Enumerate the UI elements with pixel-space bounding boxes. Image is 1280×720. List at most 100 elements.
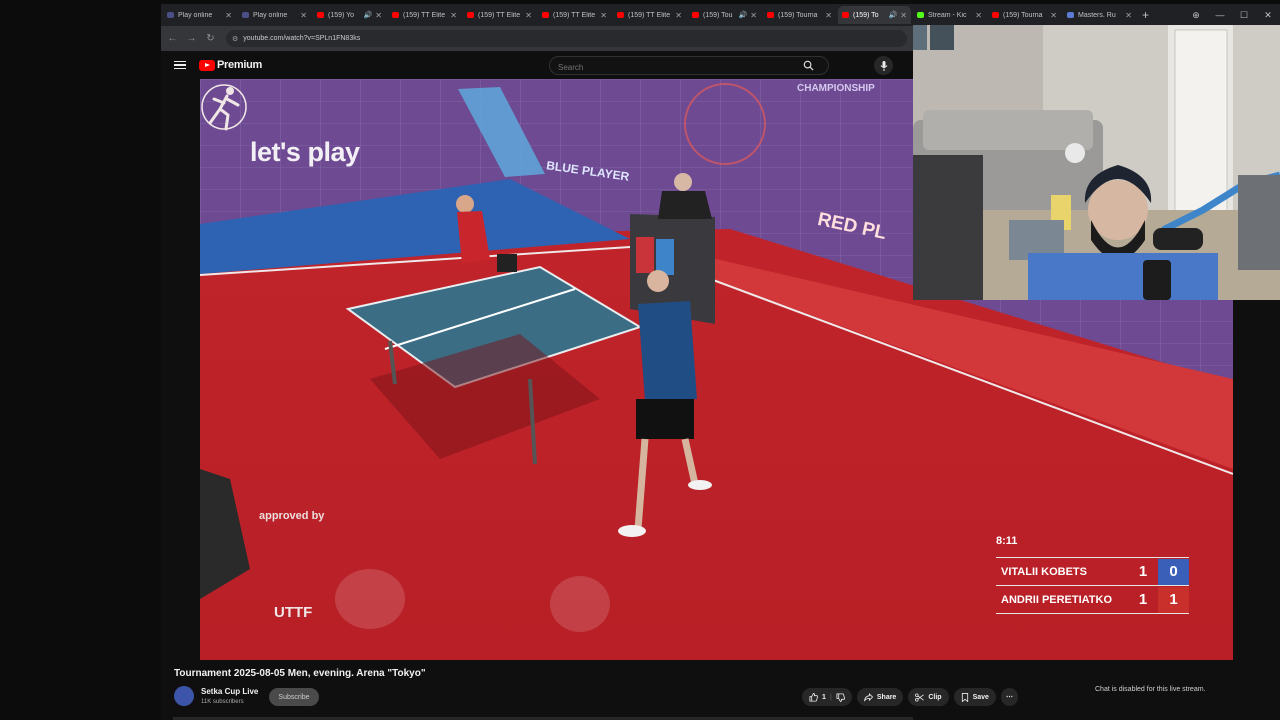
voice-search-button[interactable] <box>874 56 893 75</box>
wall-championship-text: CHAMPIONSHIP <box>797 83 875 94</box>
tab-title: (159) Tou <box>703 11 733 19</box>
tab-favicon-icon <box>167 12 174 18</box>
channel-name[interactable]: Setka Cup Live <box>201 687 258 696</box>
like-count: 1 <box>822 693 826 701</box>
close-tab-icon[interactable]: ✕ <box>375 11 382 20</box>
tab-title: Play online <box>178 11 213 19</box>
tab-favicon-icon <box>392 12 399 18</box>
close-tab-icon[interactable]: ✕ <box>825 11 832 20</box>
forward-icon[interactable]: → <box>182 33 201 44</box>
speaker-icon[interactable]: 🔊 <box>739 11 748 19</box>
tab-favicon-icon <box>842 12 849 18</box>
like-button[interactable]: 1 | <box>802 688 852 706</box>
tab-favicon-icon <box>992 12 999 18</box>
player-sets: 1 <box>1138 591 1148 608</box>
browser-tab[interactable]: (159) Tou 🔊 ✕ <box>688 6 761 24</box>
share-icon <box>863 692 873 701</box>
search-button[interactable] <box>788 57 828 74</box>
search-box <box>549 56 829 77</box>
search-input[interactable] <box>550 58 790 77</box>
browser-tab[interactable]: (159) To 🔊 ✕ <box>838 6 911 24</box>
close-tab-icon[interactable]: ✕ <box>525 11 532 20</box>
search-icon <box>803 60 814 71</box>
player-name: ANDRII PERETIATKO <box>1001 593 1113 606</box>
close-tab-icon[interactable]: ✕ <box>450 11 457 20</box>
close-window-button[interactable]: ✕ <box>1256 10 1280 21</box>
speaker-icon[interactable]: 🔊 <box>889 11 898 19</box>
scissors-icon <box>915 692 925 702</box>
browser-tab[interactable]: Masters. Ru ✕ <box>1063 6 1136 24</box>
share-button[interactable]: Share <box>856 688 904 706</box>
back-icon[interactable]: ← <box>163 33 182 44</box>
url-field[interactable]: ⚙ youtube.com/watch?v=SPLn1FN83ks <box>226 30 907 47</box>
clip-label: Clip <box>928 693 942 701</box>
browser-tab[interactable]: (159) TT Elite ✕ <box>463 6 536 24</box>
tab-title: (159) Yo <box>328 11 355 19</box>
tab-search-icon[interactable]: ⊕ <box>1184 10 1208 21</box>
tab-strip: Play online ✕ Play online ✕ (159) Yo 🔊 ✕ (159) … <box>161 4 1280 26</box>
tab-title: (159) TT Elite <box>628 11 671 19</box>
minimize-button[interactable]: — <box>1208 10 1232 20</box>
close-tab-icon[interactable]: ✕ <box>900 11 907 20</box>
chat-disabled-notice: Chat is disabled for this live stream. <box>1095 686 1206 693</box>
tab-title: Masters. Ru <box>1078 11 1116 19</box>
close-tab-icon[interactable]: ✕ <box>300 11 307 20</box>
close-tab-icon[interactable]: ✕ <box>975 11 982 20</box>
browser-tab[interactable]: (159) TT Elite ✕ <box>538 6 611 24</box>
save-button[interactable]: Save <box>953 688 996 706</box>
browser-tab[interactable]: (159) Tourna ✕ <box>988 6 1061 24</box>
browser-tab[interactable]: (159) TT Elite ✕ <box>388 6 461 24</box>
clip-button[interactable]: Clip <box>908 688 949 706</box>
reload-icon[interactable]: ↻ <box>201 33 220 44</box>
tab-favicon-icon <box>242 12 249 18</box>
window-controls: ⊕ — ☐ ✕ <box>1184 4 1280 26</box>
close-tab-icon[interactable]: ✕ <box>600 11 607 20</box>
close-tab-icon[interactable]: ✕ <box>675 11 682 20</box>
browser-tab[interactable]: (159) TT Elite ✕ <box>613 6 686 24</box>
close-tab-icon[interactable]: ✕ <box>1125 11 1132 20</box>
thumbs-down-icon[interactable] <box>836 692 845 702</box>
action-bar: 1 | Share Clip Save ⋯ <box>802 688 1018 706</box>
webcam-feed <box>913 25 1280 300</box>
score-row: ANDRII PERETIATKO 1 1 <box>996 585 1189 614</box>
tab-favicon-icon <box>1067 12 1074 18</box>
youtube-logo-icon[interactable] <box>199 59 215 71</box>
address-bar: ← → ↻ ⚙ youtube.com/watch?v=SPLn1FN83ks <box>161 26 913 51</box>
site-info-icon[interactable]: ⚙ <box>232 35 238 43</box>
tab-favicon-icon <box>767 12 774 18</box>
browser-tab[interactable]: Play online ✕ <box>163 6 236 24</box>
tab-favicon-icon <box>542 12 549 18</box>
microphone-icon <box>880 60 887 71</box>
player-name: VITALII KOBETS <box>1001 565 1087 578</box>
tab-title: (159) To <box>853 11 879 19</box>
browser-tab[interactable]: Play online ✕ <box>238 6 311 24</box>
channel-avatar[interactable] <box>174 686 194 706</box>
close-tab-icon[interactable]: ✕ <box>1050 11 1057 20</box>
url-text: youtube.com/watch?v=SPLn1FN83ks <box>243 35 361 42</box>
match-clock: 8:11 <box>996 535 1018 547</box>
new-tab-button[interactable]: + <box>1142 8 1149 22</box>
hamburger-menu-icon[interactable] <box>174 60 186 70</box>
close-tab-icon[interactable]: ✕ <box>750 11 757 20</box>
tab-title: Play online <box>253 11 288 19</box>
browser-tab[interactable]: (159) Tourna ✕ <box>763 6 836 24</box>
speaker-icon[interactable]: 🔊 <box>364 11 373 19</box>
youtube-brand[interactable]: Premium <box>217 59 262 71</box>
thumbs-up-icon <box>809 692 818 702</box>
browser-tab[interactable]: Stream - Kic ✕ <box>913 6 986 24</box>
webcam-overlay <box>913 25 1280 300</box>
close-tab-icon[interactable]: ✕ <box>225 11 232 20</box>
tab-favicon-icon <box>917 12 924 18</box>
browser-tab[interactable]: (159) Yo 🔊 ✕ <box>313 6 386 24</box>
maximize-button[interactable]: ☐ <box>1232 10 1256 21</box>
subscribe-button[interactable]: Subscribe <box>269 688 319 706</box>
tab-title: Stream - Kic <box>928 11 967 19</box>
tab-title: (159) TT Elite <box>403 11 446 19</box>
bookmark-icon <box>961 692 968 702</box>
save-label: Save <box>972 693 989 701</box>
tab-title: (159) TT Elite <box>553 11 596 19</box>
score-row: VITALII KOBETS 1 0 <box>996 557 1189 585</box>
tab-title: (159) Tourna <box>778 11 818 19</box>
tab-title: (159) TT Elite <box>478 11 521 19</box>
more-actions-button[interactable]: ⋯ <box>1000 688 1018 706</box>
